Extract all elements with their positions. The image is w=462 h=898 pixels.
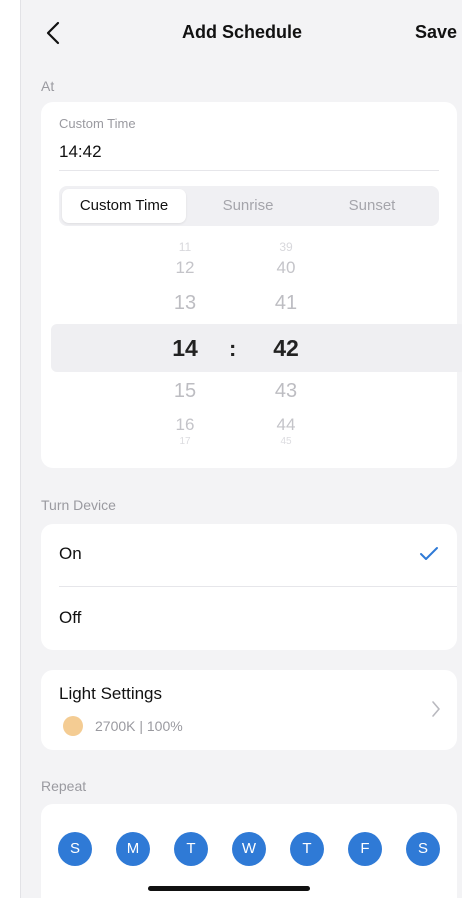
hour-option[interactable]: 15: [155, 380, 215, 403]
day-sunday-button[interactable]: S: [58, 832, 92, 866]
hour-selected[interactable]: 14: [155, 335, 215, 362]
option-off-row[interactable]: Off: [41, 588, 457, 650]
save-button[interactable]: Save: [415, 22, 457, 43]
hour-option[interactable]: 12: [155, 258, 215, 278]
minute-option[interactable]: 40: [256, 258, 316, 278]
schedule-screen: Add Schedule Save At Custom Time 14:42 C…: [20, 0, 462, 898]
page-title: Add Schedule: [181, 22, 302, 42]
minute-selected[interactable]: 42: [256, 335, 316, 362]
turn-device-card: On Off: [41, 524, 457, 650]
light-settings-title: Light Settings: [59, 684, 163, 703]
nav-bar: Add Schedule Save: [21, 0, 462, 66]
chevron-right-icon: [431, 700, 441, 718]
custom-time-label: Custom Time: [59, 116, 136, 131]
repeat-section-label: Repeat: [41, 778, 87, 794]
day-friday-button[interactable]: F: [348, 832, 382, 866]
segment-sunset[interactable]: Sunset: [310, 189, 434, 223]
checkmark-icon: [419, 546, 439, 562]
repeat-card: S M T W T F S: [41, 804, 457, 898]
day-thursday-button[interactable]: T: [290, 832, 324, 866]
minute-option[interactable]: 39: [256, 240, 316, 254]
option-off-label: Off: [59, 608, 82, 627]
light-settings-row[interactable]: Light Settings 2700K | 100%: [41, 670, 457, 750]
light-settings-summary: 2700K | 100%: [95, 718, 183, 734]
hour-option[interactable]: 11: [155, 240, 215, 254]
segment-sunrise[interactable]: Sunrise: [186, 189, 310, 223]
custom-time-divider: [59, 170, 439, 171]
minute-option[interactable]: 45: [256, 436, 316, 447]
segment-custom-time[interactable]: Custom Time: [62, 189, 186, 223]
minute-option[interactable]: 41: [256, 292, 316, 315]
time-separator: :: [229, 336, 237, 361]
at-section-label: At: [41, 78, 55, 94]
turn-device-section-label: Turn Device: [41, 497, 116, 513]
minute-option[interactable]: 43: [256, 380, 316, 403]
custom-time-value[interactable]: 14:42: [59, 142, 102, 162]
day-wednesday-button[interactable]: W: [232, 832, 266, 866]
home-indicator: [148, 886, 310, 891]
minute-option[interactable]: 44: [256, 415, 316, 435]
day-saturday-button[interactable]: S: [406, 832, 440, 866]
day-monday-button[interactable]: M: [116, 832, 150, 866]
day-tuesday-button[interactable]: T: [174, 832, 208, 866]
hour-option[interactable]: 17: [155, 436, 215, 447]
hour-option[interactable]: 16: [155, 415, 215, 435]
option-on-row[interactable]: On: [41, 524, 457, 587]
option-on-label: On: [59, 544, 82, 563]
row-divider: [59, 586, 457, 587]
hour-option[interactable]: 13: [155, 292, 215, 315]
color-temperature-swatch: [63, 716, 83, 736]
time-card: Custom Time 14:42 Custom Time Sunrise Su…: [41, 102, 462, 468]
time-mode-segmented-control: Custom Time Sunrise Sunset: [59, 186, 439, 226]
